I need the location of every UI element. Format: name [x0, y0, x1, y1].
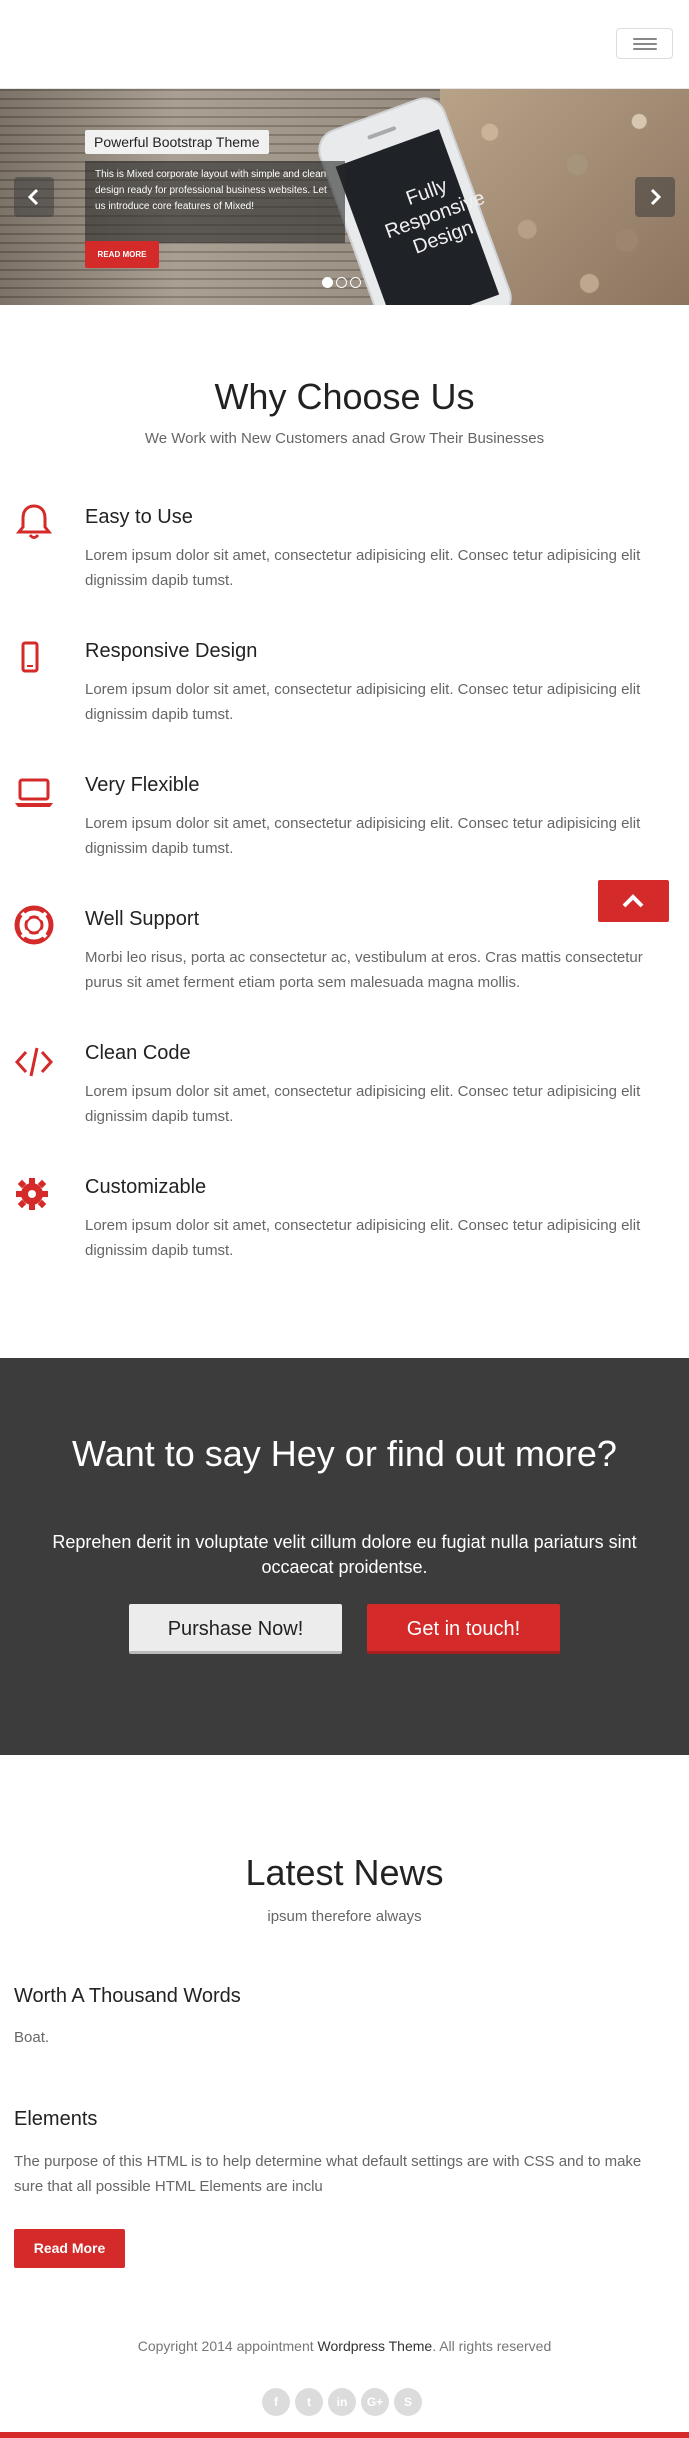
phone-speaker — [367, 125, 397, 140]
social-links: f t in G+ S — [262, 2388, 432, 2416]
site-header — [0, 0, 689, 89]
copyright-suffix: . All rights reserved — [432, 2338, 552, 2354]
feature-title: Responsive Design — [85, 640, 258, 662]
feature-title: Easy to Use — [85, 506, 193, 528]
bell-icon — [14, 502, 54, 542]
latest-news-subtitle: ipsum therefore always — [267, 1908, 422, 1925]
feature-title: Well Support — [85, 908, 200, 930]
slider-next-button[interactable] — [635, 177, 675, 217]
mobile-icon — [14, 640, 54, 680]
slider-dot-3[interactable] — [350, 277, 361, 288]
footer-accent-bar — [0, 2432, 689, 2438]
feature-text: Lorem ipsum dolor sit amet, consectetur … — [85, 1083, 641, 1125]
slider-pagination — [322, 275, 364, 288]
feature-title: Clean Code — [85, 1042, 191, 1064]
hamburger-icon-bar — [633, 48, 657, 50]
slide-caption-text: This is Mixed corporate layout with simp… — [95, 169, 327, 212]
feature-text: Lorem ipsum dolor sit amet, consectetur … — [85, 547, 641, 589]
feature-title: Customizable — [85, 1176, 207, 1198]
life-ring-icon — [14, 905, 54, 945]
news-item-title[interactable]: Worth A Thousand Words — [14, 1985, 241, 2008]
slider-dot-1[interactable] — [322, 277, 333, 288]
feature-text: Lorem ipsum dolor sit amet, consectetur … — [85, 815, 641, 857]
laptop-icon — [14, 776, 54, 816]
code-icon — [14, 1042, 54, 1082]
google-plus-icon[interactable]: G+ — [361, 2388, 389, 2416]
hero-slider: Fully Responsive Design Powerful Bootstr… — [0, 89, 689, 305]
news-item-text: Boat. — [14, 2029, 50, 2046]
feature-text: Lorem ipsum dolor sit amet, consectetur … — [85, 1217, 641, 1259]
feature-title: Very Flexible — [85, 774, 200, 796]
chevron-right-icon — [650, 188, 662, 206]
latest-news-title: Latest News — [245, 1852, 444, 1893]
purchase-now-button[interactable]: Purshase Now! — [129, 1604, 342, 1654]
get-in-touch-button[interactable]: Get in touch! — [367, 1604, 560, 1654]
feature-text: Lorem ipsum dolor sit amet, consectetur … — [85, 681, 641, 723]
news-item-title[interactable]: Elements — [14, 2108, 97, 2131]
read-more-button[interactable]: Read More — [14, 2229, 125, 2268]
slider-prev-button[interactable] — [14, 177, 54, 217]
cta-title: Want to say Hey or find out more? — [72, 1433, 617, 1474]
feature-text: Morbi leo risus, porta ac consectetur ac… — [85, 949, 643, 991]
facebook-icon[interactable]: f — [262, 2388, 290, 2416]
scroll-to-top-button[interactable] — [598, 880, 669, 922]
gear-icon — [14, 1175, 54, 1215]
wordpress-theme-link[interactable]: Wordpress Theme — [318, 2338, 433, 2354]
chevron-left-icon — [27, 188, 39, 206]
skype-icon[interactable]: S — [394, 2388, 422, 2416]
slider-dot-2[interactable] — [336, 277, 347, 288]
twitter-icon[interactable]: t — [295, 2388, 323, 2416]
slide-caption-title: Powerful Bootstrap Theme — [85, 130, 269, 154]
why-choose-subtitle: We Work with New Customers anad Grow The… — [144, 430, 545, 447]
why-choose-title: Why Choose Us — [214, 376, 475, 417]
cta-section: Want to say Hey or find out more? Repreh… — [0, 1358, 689, 1755]
menu-toggle-button[interactable] — [616, 28, 673, 59]
copyright-text: Copyright 2014 appointment Wordpress The… — [0, 2338, 689, 2354]
copyright-prefix: Copyright 2014 appointment — [137, 2338, 318, 2354]
hamburger-icon — [633, 38, 657, 40]
cta-text: Reprehen derit in voluptate velit cillum… — [52, 1532, 637, 1577]
news-item-text: The purpose of this HTML is to help dete… — [14, 2153, 642, 2195]
chevron-up-icon — [622, 894, 644, 908]
hamburger-icon-bar — [633, 43, 657, 45]
linkedin-icon[interactable]: in — [328, 2388, 356, 2416]
slide-read-more-button[interactable]: READ MORE — [85, 241, 159, 268]
